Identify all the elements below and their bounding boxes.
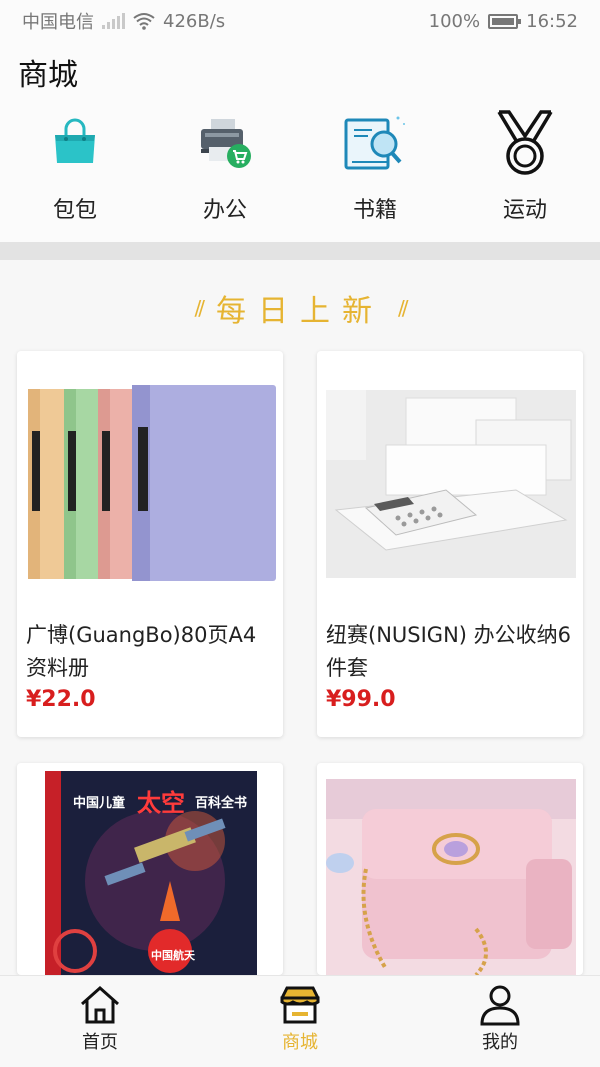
section-title: // 每日上新 // [0, 286, 600, 330]
tab-label: 商城 [282, 1032, 318, 1053]
clock: 16:52 [526, 10, 578, 32]
product-image-pink-bag [326, 779, 576, 975]
category-row: 包包 办公 书籍 运动 [0, 108, 600, 224]
category-bags[interactable]: 包包 [0, 108, 150, 224]
bottom-tab-bar: 首页 商城 我的 [0, 975, 600, 1067]
category-label: 包包 [52, 198, 97, 223]
header: 商城 包包 办公 书籍 运动 [0, 42, 600, 242]
person-icon [480, 985, 520, 1026]
product-image-organizers [326, 390, 576, 578]
section-divider [0, 242, 600, 260]
product-card[interactable]: 中国儿童 太空 百科全书 中国航天 [17, 763, 283, 975]
network-speed: 426B/s [163, 10, 226, 32]
book-title-part-c: 百科全书 [195, 795, 247, 810]
category-books[interactable]: 书籍 [300, 108, 450, 224]
book-title-part-b: 太空 [137, 789, 185, 817]
page-title: 商城 [18, 58, 78, 93]
product-card[interactable]: 纽赛(NUSIGN) 办公收纳6件套 ¥99.0 [317, 351, 583, 737]
category-label: 办公 [202, 198, 247, 223]
book-badge: 中国航天 [151, 948, 196, 962]
battery-icon [488, 13, 522, 29]
tab-profile[interactable]: 我的 [400, 976, 600, 1067]
tab-label: 首页 [82, 1032, 118, 1053]
product-price: ¥22.0 [26, 687, 96, 712]
store-icon [280, 986, 320, 1024]
wifi-icon [133, 13, 155, 30]
handbag-icon [40, 108, 110, 178]
category-label: 运动 [502, 198, 547, 223]
product-image-space-book: 中国儿童 太空 百科全书 中国航天 [45, 771, 257, 975]
status-bar: 中国电信 426B/s 100% 16:52 [0, 0, 600, 42]
product-name: 广博(GuangBo)80页A4资料册 [26, 623, 257, 680]
home-icon [81, 985, 119, 1024]
decor-slash-icon: // [398, 296, 409, 320]
category-office[interactable]: 办公 [150, 108, 300, 224]
category-sports[interactable]: 运动 [450, 108, 600, 224]
product-image-binders [26, 381, 276, 581]
battery-percent: 100% [428, 10, 481, 32]
product-price: ¥99.0 [326, 687, 396, 712]
tab-home[interactable]: 首页 [0, 976, 200, 1067]
tab-store[interactable]: 商城 [200, 976, 400, 1067]
printer-cart-icon [190, 108, 260, 178]
product-card[interactable] [317, 763, 583, 975]
decor-slash-icon: // [194, 296, 206, 320]
signal-icon [102, 13, 125, 29]
product-card[interactable]: 广博(GuangBo)80页A4资料册 ¥22.0 [17, 351, 283, 737]
section-title-text: 每日上新 [216, 294, 384, 329]
medal-icon [490, 108, 560, 178]
category-label: 书籍 [352, 198, 397, 223]
tab-label: 我的 [482, 1032, 518, 1053]
product-name: 纽赛(NUSIGN) 办公收纳6件套 [326, 623, 572, 680]
book-magnifier-icon [340, 108, 410, 178]
book-title-part-a: 中国儿童 [73, 795, 125, 810]
carrier-label: 中国电信 [22, 12, 94, 33]
